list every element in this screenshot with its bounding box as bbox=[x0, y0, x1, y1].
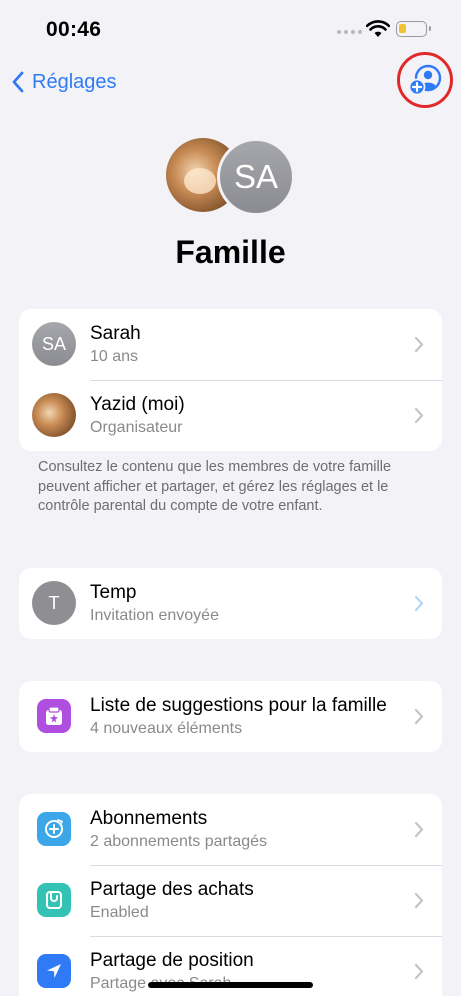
add-person-icon bbox=[408, 64, 442, 96]
subscriptions-icon bbox=[37, 812, 71, 846]
feature-detail: Enabled bbox=[90, 904, 149, 921]
feature-title: Partage de position bbox=[90, 950, 254, 971]
battery-icon bbox=[396, 21, 431, 37]
member-avatar: T bbox=[32, 581, 76, 625]
feature-detail: 2 abonnements partagés bbox=[90, 833, 268, 850]
member-name: Yazid (moi) bbox=[90, 394, 185, 415]
member-detail: Organisateur bbox=[90, 419, 183, 436]
family-avatars: SA bbox=[166, 138, 296, 218]
chevron-right-icon bbox=[414, 892, 424, 909]
member-detail: Invitation envoyée bbox=[90, 607, 219, 624]
feature-title: Abonnements bbox=[90, 808, 208, 829]
chevron-right-icon bbox=[414, 963, 424, 980]
chevron-right-icon bbox=[414, 708, 424, 725]
chevron-right-icon bbox=[414, 821, 424, 838]
members-card: SA Sarah 10 ans Yazid (moi) Organisateur bbox=[19, 309, 442, 451]
member-name: Sarah bbox=[90, 323, 141, 344]
subscriptions-row[interactable]: Abonnements 2 abonnements partagés bbox=[19, 794, 442, 865]
member-row-yazid[interactable]: Yazid (moi) Organisateur bbox=[19, 380, 442, 451]
page-title: Famille bbox=[175, 234, 286, 270]
back-label: Réglages bbox=[32, 70, 117, 93]
chevron-right-icon bbox=[414, 407, 424, 424]
add-member-button[interactable] bbox=[397, 52, 453, 108]
location-arrow-icon bbox=[37, 954, 71, 988]
cellular-signal-icon bbox=[337, 30, 362, 34]
member-row-sarah[interactable]: SA Sarah 10 ans bbox=[19, 309, 442, 380]
pending-card: T Temp Invitation envoyée bbox=[19, 568, 442, 639]
feature-title: Partage des achats bbox=[90, 879, 254, 900]
member-name: Temp bbox=[90, 582, 137, 603]
suggestions-row[interactable]: Liste de suggestions pour la famille 4 n… bbox=[19, 681, 442, 752]
status-bar: 00:46 bbox=[0, 0, 461, 60]
member-avatar-photo bbox=[32, 393, 76, 437]
suggestions-card: Liste de suggestions pour la famille 4 n… bbox=[19, 681, 442, 752]
features-card: Abonnements 2 abonnements partagés Parta… bbox=[19, 794, 442, 996]
status-time: 00:46 bbox=[46, 18, 102, 41]
pending-member-row[interactable]: T Temp Invitation envoyée bbox=[19, 568, 442, 639]
chevron-left-icon bbox=[12, 71, 24, 93]
chevron-right-icon bbox=[414, 595, 424, 612]
family-checklist-icon bbox=[37, 699, 71, 733]
purchase-sharing-icon bbox=[37, 883, 71, 917]
avatar-initials: SA bbox=[217, 138, 295, 216]
purchase-sharing-row[interactable]: Partage des achats Enabled bbox=[19, 865, 442, 936]
members-footer-note: Consultez le contenu que les membres de … bbox=[38, 459, 392, 514]
suggestions-detail: 4 nouveaux éléments bbox=[90, 720, 243, 737]
home-indicator[interactable] bbox=[148, 982, 313, 988]
suggestions-title: Liste de suggestions pour la famille bbox=[90, 695, 387, 716]
member-avatar: SA bbox=[32, 322, 76, 366]
back-button[interactable]: Réglages bbox=[10, 66, 117, 98]
chevron-right-icon bbox=[414, 336, 424, 353]
member-detail: 10 ans bbox=[90, 348, 139, 365]
wifi-icon bbox=[366, 20, 390, 37]
